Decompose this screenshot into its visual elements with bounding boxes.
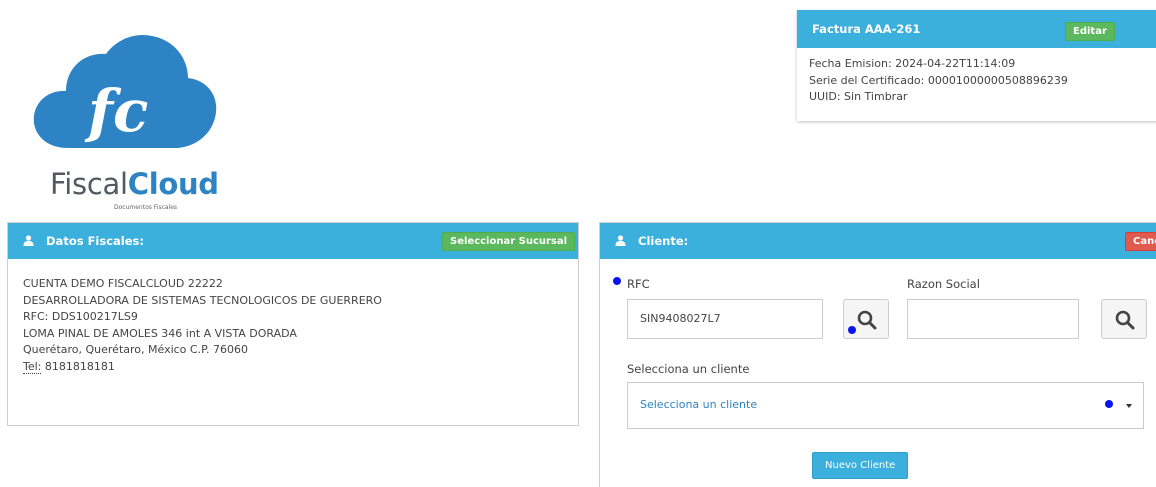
marker-dot: [848, 326, 856, 334]
svg-text:fc: fc: [84, 77, 148, 145]
chevron-down-icon: [1126, 404, 1132, 408]
razon-social-input[interactable]: [907, 299, 1079, 339]
factura-card: Factura AAA-261 Editar Fecha Emision: 20…: [797, 10, 1156, 121]
select-branch-button[interactable]: Seleccionar Sucursal: [442, 232, 576, 251]
factura-details: Fecha Emision: 2024-04-22T11:14:09 Serie…: [797, 48, 1156, 106]
edit-button[interactable]: Editar: [1065, 22, 1115, 41]
razon-search-button[interactable]: [1101, 299, 1147, 339]
fecha-emision: Fecha Emision: 2024-04-22T11:14:09: [809, 57, 1016, 70]
user-icon: [23, 235, 34, 249]
company-phone: Tel: 8181818181: [23, 359, 115, 374]
marker-dot: [1105, 400, 1113, 408]
cliente-title: Cliente:: [638, 234, 689, 248]
serie-certificado: Serie del Certificado: 00001000000508896…: [809, 73, 1068, 87]
cliente-panel: Cliente: Cancelar: [599, 222, 1156, 487]
brand-name: FiscalCloud: [50, 167, 219, 201]
datos-fiscales-panel: Datos Fiscales: Seleccionar Sucursal CUE…: [7, 222, 579, 426]
new-client-button[interactable]: Nuevo Cliente: [812, 452, 909, 479]
client-select-value: Selecciona un cliente: [640, 398, 758, 411]
search-icon: [1115, 310, 1135, 330]
company-rfc: RFC: DDS100217LS9: [23, 310, 138, 323]
fiscalcloud-logo: fc FiscalCloud Documentos Fiscales: [30, 28, 220, 211]
rfc-label: RFC: [627, 277, 650, 291]
search-icon: [857, 310, 877, 330]
datos-fiscales-header: Datos Fiscales: Seleccionar Sucursal: [8, 223, 578, 259]
account-name: CUENTA DEMO FISCALCLOUD 22222: [23, 277, 223, 290]
client-select[interactable]: Selecciona un cliente: [627, 382, 1144, 429]
brand-tagline: Documentos Fiscales: [114, 204, 178, 211]
user-icon: [615, 235, 626, 249]
factura-title: Factura AAA-261: [812, 22, 921, 36]
datos-fiscales-title: Datos Fiscales:: [46, 234, 144, 248]
datos-fiscales-body: CUENTA DEMO FISCALCLOUD 22222 DESARROLLA…: [8, 259, 578, 375]
marker-dot: [613, 277, 621, 285]
cloud-icon: fc: [33, 34, 217, 149]
select-client-label: Selecciona un cliente: [627, 362, 750, 376]
razon-social-label: Razon Social: [907, 277, 980, 291]
cancel-button[interactable]: Cancelar: [1125, 232, 1156, 251]
company-city: Querétaro, Querétaro, México C.P. 76060: [23, 343, 248, 356]
company-name: DESARROLLADORA DE SISTEMAS TECNOLOGICOS …: [23, 293, 382, 307]
factura-header: Factura AAA-261 Editar: [797, 10, 1156, 48]
company-address: LOMA PINAL DE AMOLES 346 int A VISTA DOR…: [23, 326, 297, 340]
rfc-input[interactable]: SIN9408027L7: [627, 299, 823, 339]
uuid: UUID: Sin Timbrar: [809, 90, 908, 103]
cliente-header: Cliente: Cancelar: [600, 223, 1156, 259]
